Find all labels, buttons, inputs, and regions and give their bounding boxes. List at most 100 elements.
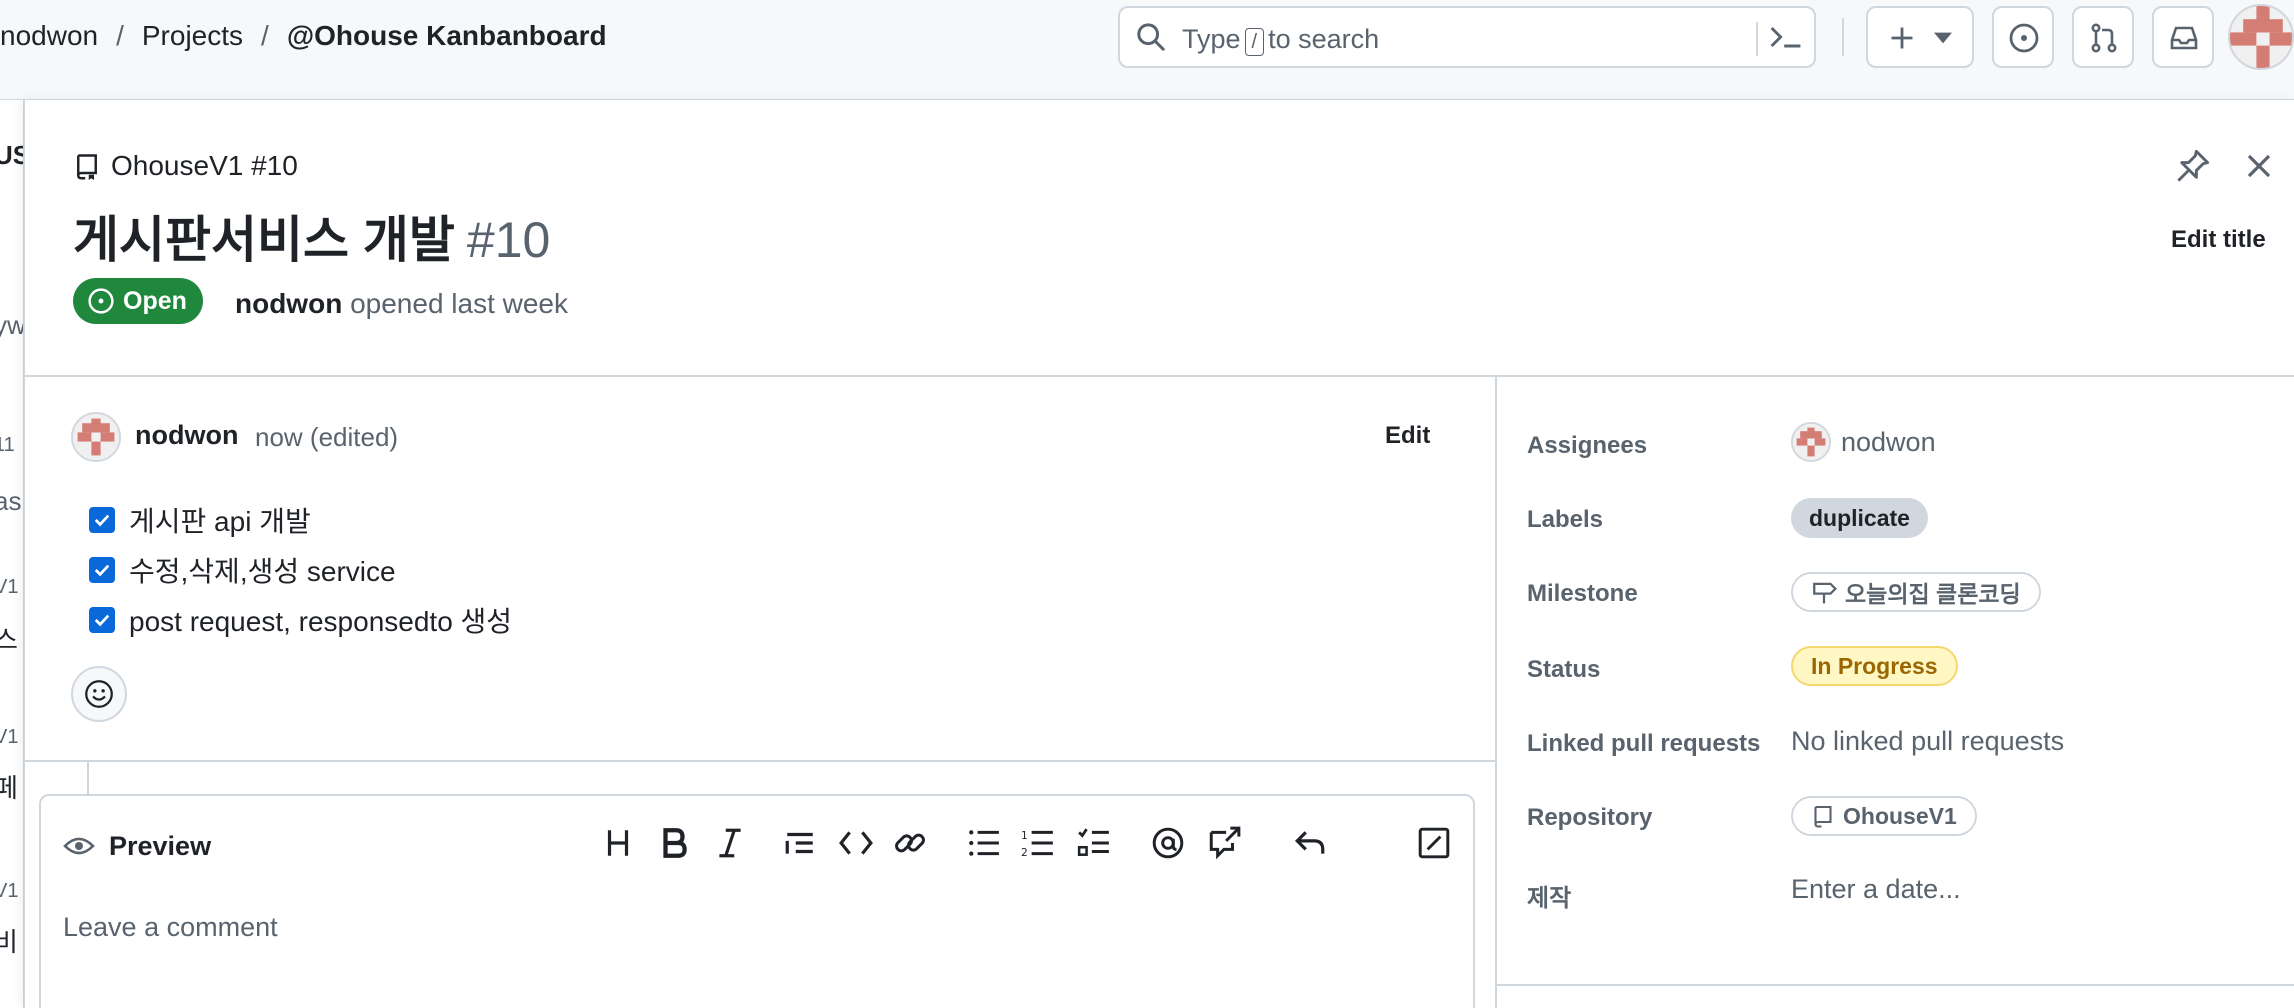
task-checkbox[interactable] [89, 507, 115, 533]
link-icon[interactable] [893, 826, 927, 860]
issue-side-panel: OhouseV1 #10 게시판서비스 개발 #10 Open nodwon op… [24, 100, 2294, 1008]
heading-icon[interactable] [601, 826, 635, 860]
issue-title: 게시판서비스 개발 #10 [73, 200, 550, 272]
assignee-name: nodwon [1841, 426, 1936, 457]
repository-label: Repository [1527, 804, 1653, 831]
milestone-name: 오늘의집 클론코딩 [1845, 581, 2021, 607]
date-field-input[interactable]: Enter a date... [1791, 874, 1961, 905]
issue-opened-text: opened last week [350, 288, 569, 319]
task-checkbox[interactable] [89, 607, 115, 633]
italic-icon[interactable] [713, 826, 747, 860]
svg-text:2: 2 [1021, 846, 1028, 859]
user-avatar[interactable] [2228, 4, 2294, 70]
search-placeholder: Type / to search [1182, 24, 1380, 56]
task-list-item: post request, responsedto 생성 [89, 600, 512, 640]
board-fragment: 11 [0, 434, 15, 456]
task-list-item: 게시판 api 개발 [89, 500, 311, 540]
create-new-button[interactable] [1866, 6, 1974, 68]
identicon-icon [2230, 6, 2292, 68]
repository-field[interactable]: OhouseV1 [1791, 796, 1977, 836]
fullscreen-icon[interactable] [1417, 826, 1451, 860]
identicon-icon [73, 414, 119, 460]
issue-repo-reference[interactable]: OhouseV1 #10 [73, 150, 298, 182]
board-fragment: yw [0, 310, 24, 340]
edit-title-button[interactable]: Edit title [2171, 226, 2266, 254]
check-icon [94, 514, 110, 527]
comment-avatar[interactable] [71, 412, 121, 462]
repository-badge: OhouseV1 [1791, 796, 1977, 836]
board-fragment: US [0, 140, 23, 171]
linked-pull-requests-value: No linked pull requests [1791, 726, 2065, 756]
linked-pull-requests-label: Linked pull requests [1527, 730, 1761, 757]
task-list-item: 수정,삭제,생성 service [89, 550, 396, 590]
search-input[interactable]: Type / to search [1118, 6, 1816, 68]
repo-label: OhouseV1 #10 [111, 150, 298, 181]
label-badge: duplicate [1791, 498, 1928, 538]
issue-opened-icon [2009, 23, 2039, 53]
unordered-list-icon[interactable] [967, 826, 1001, 860]
chevron-down-icon [1934, 32, 1952, 44]
board-fragment: as [0, 486, 22, 516]
comment-textarea[interactable]: Leave a comment [63, 912, 278, 943]
inbox-button[interactable] [2152, 6, 2214, 68]
comment-author[interactable]: nodwon [135, 420, 238, 451]
milestone-icon [1813, 582, 1837, 604]
breadcrumb-separator: / [116, 20, 124, 51]
assignees-label: Assignees [1527, 432, 1648, 459]
add-reaction-button[interactable] [71, 666, 127, 722]
issue-state-label: Open [123, 286, 187, 315]
comment-timestamp: now (edited) [255, 422, 399, 452]
ordered-list-icon[interactable]: 12 [1021, 826, 1055, 860]
quote-icon[interactable] [783, 826, 817, 860]
status-field[interactable]: In Progress [1791, 646, 1958, 686]
sidebar-divider [1495, 376, 1497, 1008]
pull-requests-button[interactable] [2072, 6, 2134, 68]
board-fragment: V1 [0, 726, 19, 748]
issue-author-link[interactable]: nodwon [235, 288, 342, 319]
inbox-icon [2170, 26, 2198, 50]
cross-reference-icon[interactable] [1207, 826, 1241, 860]
search-divider [1756, 22, 1758, 56]
search-shortcut-key: / [1244, 28, 1265, 56]
comment-divider [25, 760, 1495, 762]
milestone-label: Milestone [1527, 580, 1638, 607]
task-label: post request, responsedto 생성 [129, 606, 513, 637]
check-icon [94, 564, 110, 577]
bold-icon[interactable] [657, 826, 691, 860]
repo-icon [1814, 805, 1832, 828]
preview-label: Preview [109, 830, 212, 861]
comment-editor: Preview 12 Leave a comment [39, 794, 1475, 1008]
issues-button[interactable] [1992, 6, 2054, 68]
mention-icon[interactable] [1151, 826, 1185, 860]
top-header: nodwon / Projects / @Ohouse Kanbanboard … [0, 0, 2294, 100]
breadcrumb-separator: / [261, 20, 269, 51]
preview-tab[interactable]: Preview [63, 830, 211, 862]
breadcrumb-projects[interactable]: Projects [142, 20, 243, 52]
board-fragment: V1 [0, 880, 19, 902]
issue-opened-meta: nodwon opened last week [235, 288, 568, 320]
status-label: Status [1527, 656, 1601, 683]
panel-divider [25, 375, 2294, 377]
comment-edit-button[interactable]: Edit [1385, 422, 1430, 450]
task-checkbox[interactable] [89, 557, 115, 583]
board-fragment: 스 [0, 620, 18, 657]
assignee-field[interactable]: nodwon [1791, 422, 1936, 462]
status-badge: In Progress [1791, 646, 1958, 686]
close-icon[interactable] [2243, 150, 2275, 182]
board-fragment: 페 [0, 768, 18, 805]
breadcrumb-user[interactable]: nodwon [0, 20, 98, 52]
search-icon [1137, 23, 1165, 51]
milestone-badge: 오늘의집 클론코딩 [1791, 572, 2041, 612]
milestone-field[interactable]: 오늘의집 클론코딩 [1791, 572, 2041, 612]
command-palette-icon[interactable] [1768, 22, 1804, 52]
header-divider [1842, 18, 1844, 56]
code-icon[interactable] [839, 826, 873, 860]
pin-icon[interactable] [2175, 148, 2211, 184]
labels-field[interactable]: duplicate [1791, 498, 1928, 538]
board-fragment: V1 [0, 576, 19, 598]
labels-label: Labels [1527, 506, 1604, 533]
task-list-icon[interactable] [1077, 826, 1111, 860]
breadcrumb-project-name[interactable]: @Ohouse Kanbanboard [287, 20, 607, 52]
reply-icon[interactable] [1293, 826, 1327, 860]
date-field-label: 제작 [1527, 885, 1572, 912]
